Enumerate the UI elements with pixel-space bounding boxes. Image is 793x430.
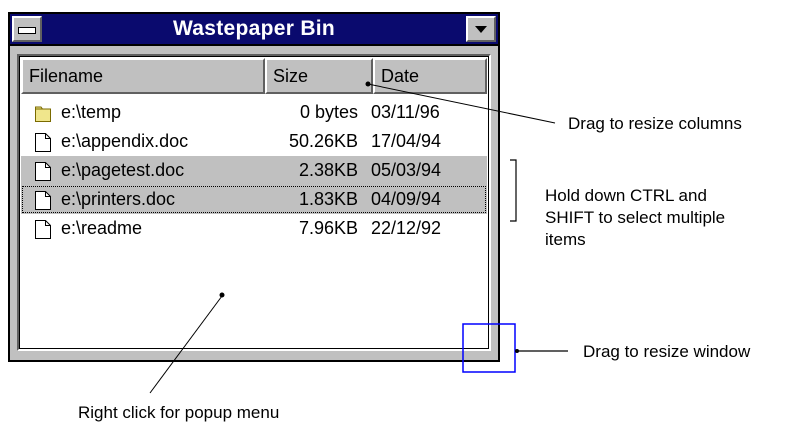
resize-window-dot (515, 349, 519, 353)
resize-columns-dot (365, 81, 371, 87)
resize-window-box (462, 323, 516, 373)
multi-select-line-1: Hold down CTRL and (545, 186, 707, 205)
multi-select-bracket (510, 159, 517, 222)
multi-select-line-3: items (545, 230, 586, 249)
resize-columns-leader (367, 83, 556, 124)
multi-select-label: Hold down CTRL and SHIFT to select multi… (545, 185, 725, 251)
resize-window-label: Drag to resize window (583, 342, 751, 361)
resize-columns-label: Drag to resize columns (568, 114, 742, 133)
popup-menu-leader (149, 295, 223, 394)
popup-menu-dot (219, 292, 225, 298)
popup-menu-label: Right click for popup menu (78, 403, 280, 422)
multi-select-line-2: SHIFT to select multiple (545, 208, 726, 227)
